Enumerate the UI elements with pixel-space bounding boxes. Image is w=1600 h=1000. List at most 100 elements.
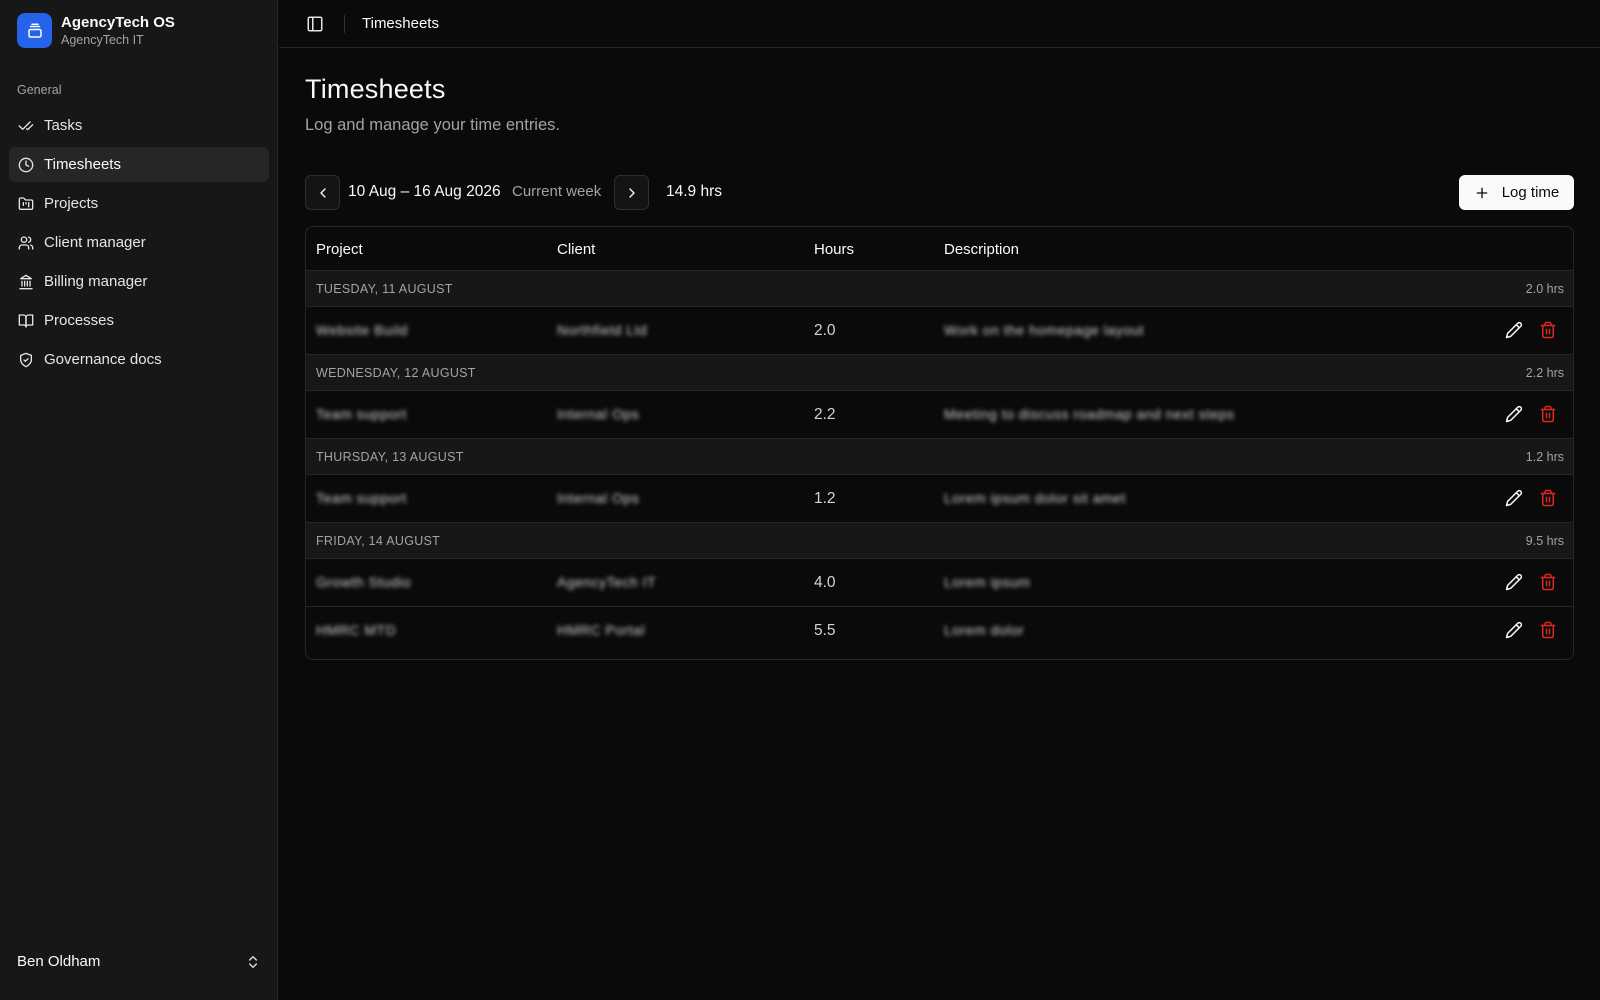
sidebar-toggle-button[interactable] (304, 13, 326, 35)
day-total: 2.2 hrs (1525, 366, 1564, 380)
trash-icon (1540, 621, 1556, 639)
column-header-project: Project (316, 241, 363, 258)
table-row[interactable]: HMRC MTD HMRC Portal 5.5 Lorem dolor (306, 607, 1573, 655)
entry-description: Lorem dolor (944, 622, 1025, 638)
entry-project: Team support (316, 406, 407, 422)
pencil-icon (1505, 321, 1523, 339)
panel-left-icon (307, 16, 323, 31)
sidebar-item-governance-docs[interactable]: Governance docs (9, 342, 269, 377)
entry-hours: 5.5 (814, 622, 836, 639)
sidebar-nav: Tasks Timesheets Projects Client manager… (9, 108, 269, 381)
entry-hours: 2.0 (814, 322, 836, 339)
trash-icon (1540, 321, 1556, 339)
sidebar-item-label: Projects (44, 195, 99, 212)
edit-entry-button[interactable] (1505, 573, 1525, 593)
table-row[interactable]: Team support Internal Ops 2.2 Meeting to… (306, 391, 1573, 439)
sidebar-item-label: Client manager (44, 234, 146, 251)
day-group-header: THURSDAY, 13 AUGUST 1.2 hrs (306, 439, 1573, 475)
table-row[interactable]: Team support Internal Ops 1.2 Lorem ipsu… (306, 475, 1573, 523)
check-check-icon (18, 120, 34, 130)
sidebar-item-label: Processes (44, 312, 115, 329)
sidebar-item-client-manager[interactable]: Client manager (9, 225, 269, 260)
entry-description: Lorem ipsum (944, 574, 1031, 590)
delete-entry-button[interactable] (1539, 621, 1559, 641)
landmark-icon (19, 274, 33, 289)
column-header-description: Description (944, 241, 1020, 258)
week-toolbar: 10 Aug – 16 Aug 2026 Current week 14.9 h… (305, 175, 1574, 210)
pencil-icon (1505, 489, 1523, 507)
table-row[interactable]: Growth Studio AgencyTech IT 4.0 Lorem ip… (306, 559, 1573, 607)
clock-icon (18, 157, 34, 172)
brand[interactable]: AgencyTech OS AgencyTech IT (17, 13, 175, 48)
breadcrumb: Timesheets (362, 15, 439, 32)
entry-hours: 1.2 (814, 490, 836, 507)
day-total: 1.2 hrs (1525, 450, 1564, 464)
sidebar-item-timesheets[interactable]: Timesheets (9, 147, 269, 182)
sidebar-item-processes[interactable]: Processes (9, 303, 269, 338)
log-time-button[interactable]: Log time (1459, 175, 1574, 210)
sidebar-item-tasks[interactable]: Tasks (9, 108, 269, 143)
shield-check-icon (20, 352, 32, 367)
sidebar-item-label: Governance docs (44, 351, 162, 368)
pencil-icon (1505, 621, 1523, 639)
edit-entry-button[interactable] (1505, 405, 1525, 425)
week-total-hours: 14.9 hrs (666, 183, 723, 200)
edit-entry-button[interactable] (1505, 489, 1525, 509)
sidebar-item-label: Tasks (44, 117, 83, 134)
users-icon (18, 235, 34, 250)
edit-entry-button[interactable] (1505, 321, 1525, 341)
day-group-header: TUESDAY, 11 AUGUST 2.0 hrs (306, 271, 1573, 307)
trash-icon (1540, 489, 1556, 507)
edit-entry-button[interactable] (1505, 621, 1525, 641)
column-header-client: Client (557, 241, 596, 258)
entry-client: Internal Ops (557, 406, 640, 422)
timesheet-table: Project Client Hours Description TUESDAY… (305, 226, 1574, 660)
page-subtitle: Log and manage your time entries. (305, 116, 560, 134)
delete-entry-button[interactable] (1539, 405, 1559, 425)
day-label: FRIDAY, 14 AUGUST (316, 534, 441, 548)
table-header: Project Client Hours Description (306, 227, 1573, 271)
day-group-header: FRIDAY, 14 AUGUST 9.5 hrs (306, 523, 1573, 559)
table-row[interactable]: Website Build Northfield Ltd 2.0 Work on… (306, 307, 1573, 355)
sidebar-item-label: Billing manager (44, 273, 148, 290)
day-label: TUESDAY, 11 AUGUST (316, 282, 453, 296)
book-open-icon (18, 313, 34, 328)
page-title: Timesheets (305, 74, 446, 104)
user-menu[interactable]: Ben Oldham (17, 953, 261, 970)
top-bar: Timesheets (279, 0, 1600, 48)
entry-project: Team support (316, 490, 407, 506)
day-group-header: WEDNESDAY, 12 AUGUST 2.2 hrs (306, 355, 1573, 391)
sidebar-item-projects[interactable]: Projects (9, 186, 269, 221)
nav-section-label: General (17, 83, 62, 97)
trash-icon (1540, 405, 1556, 423)
chevron-right-icon (628, 187, 635, 198)
folder-kanban-icon (18, 196, 34, 210)
entry-description: Work on the homepage layout (944, 322, 1145, 338)
pencil-icon (1505, 573, 1523, 591)
sidebar: AgencyTech OS AgencyTech IT General Task… (0, 0, 278, 1000)
delete-entry-button[interactable] (1539, 573, 1559, 593)
app-logo-icon (17, 13, 52, 48)
day-label: WEDNESDAY, 12 AUGUST (316, 366, 476, 380)
column-header-hours: Hours (814, 241, 855, 258)
log-time-label: Log time (1501, 184, 1560, 201)
entry-description: Meeting to discuss roadmap and next step… (944, 406, 1235, 422)
day-total: 2.0 hrs (1525, 282, 1564, 296)
delete-entry-button[interactable] (1539, 321, 1559, 341)
entry-project: Growth Studio (316, 574, 412, 590)
date-range: 10 Aug – 16 Aug 2026 (348, 183, 501, 200)
trash-icon (1540, 573, 1556, 591)
app-subtitle: AgencyTech IT (61, 32, 144, 47)
entry-hours: 2.2 (814, 406, 836, 423)
user-name: Ben Oldham (17, 953, 101, 970)
entry-client: Internal Ops (557, 490, 640, 506)
sidebar-item-billing-manager[interactable]: Billing manager (9, 264, 269, 299)
previous-week-button[interactable] (305, 175, 340, 210)
entry-client: AgencyTech IT (557, 574, 657, 590)
pencil-icon (1505, 405, 1523, 423)
delete-entry-button[interactable] (1539, 489, 1559, 509)
chevrons-up-down-icon (249, 955, 257, 968)
entry-client: Northfield Ltd (557, 322, 648, 338)
next-week-button[interactable] (614, 175, 649, 210)
chevron-left-icon (319, 187, 326, 198)
